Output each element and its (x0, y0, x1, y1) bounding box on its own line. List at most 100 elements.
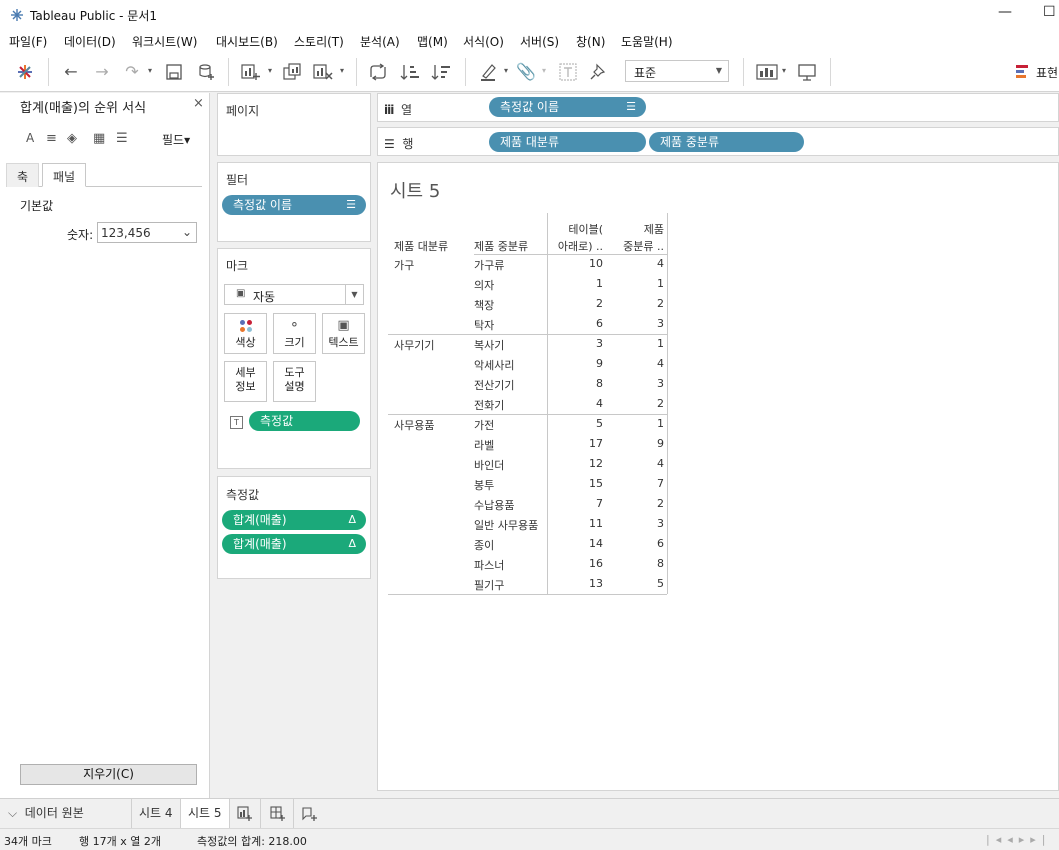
menu-dashboard[interactable]: 대시보드(B) (216, 33, 278, 50)
rank-value-2[interactable]: 3 (607, 317, 664, 330)
save-icon[interactable] (166, 64, 182, 80)
subcategory-label[interactable]: 봉투 (474, 477, 494, 493)
new-dashboard-icon[interactable] (270, 806, 286, 822)
maximize-button[interactable]: ☐ (1043, 4, 1056, 20)
rank-value-1[interactable]: 4 (551, 397, 603, 410)
rank-value-1[interactable]: 15 (551, 477, 603, 490)
rank-value-2[interactable]: 8 (607, 557, 664, 570)
new-worksheet-icon[interactable] (241, 63, 261, 81)
tab-axis[interactable]: 축 (6, 163, 40, 187)
new-story-icon[interactable] (302, 806, 318, 822)
rank-value-2[interactable]: 4 (607, 457, 664, 470)
presentation-icon[interactable] (797, 63, 817, 81)
subcategory-label[interactable]: 가구류 (474, 257, 504, 273)
subcategory-label[interactable]: 파스너 (474, 557, 504, 573)
header-measure2-line2[interactable]: 중분류 .. (607, 238, 664, 254)
rank-value-1[interactable]: 10 (551, 257, 603, 270)
rank-value-1[interactable]: 2 (551, 297, 603, 310)
tab-pane[interactable]: 패널 (42, 163, 87, 187)
subcategory-label[interactable]: 일반 사무용품 (474, 517, 538, 533)
menu-analysis[interactable]: 분석(A) (360, 33, 400, 50)
columns-shelf[interactable]: iii 열 측정값 이름 ☰ (377, 93, 1059, 122)
lines-format-icon[interactable]: ☰ (116, 131, 128, 146)
rank-value-2[interactable]: 3 (607, 377, 664, 390)
mark-size-button[interactable]: ⚬ 크기 (273, 313, 316, 354)
subcategory-label[interactable]: 가전 (474, 417, 494, 433)
menu-help[interactable]: 도움말(H) (621, 33, 673, 50)
menu-story[interactable]: 스토리(T) (294, 33, 344, 50)
highlight-icon[interactable] (478, 63, 498, 81)
rank-value-1[interactable]: 16 (551, 557, 603, 570)
rank-value-2[interactable]: 4 (607, 257, 664, 270)
rank-value-2[interactable]: 7 (607, 477, 664, 490)
subcategory-label[interactable]: 책장 (474, 297, 494, 313)
rank-value-1[interactable]: 17 (551, 437, 603, 450)
rank-value-1[interactable]: 7 (551, 497, 603, 510)
redo-caret-icon[interactable]: ▾ (148, 66, 152, 75)
filter-pill-measure-names[interactable]: 측정값 이름 ☰ (222, 195, 366, 215)
rank-value-2[interactable]: 3 (607, 517, 664, 530)
rank-value-1[interactable]: 5 (551, 417, 603, 430)
new-datasource-icon[interactable] (198, 63, 216, 81)
highlight-caret-icon[interactable]: ▾ (504, 66, 508, 75)
menu-format[interactable]: 서식(O) (463, 33, 504, 50)
header-measure2-line1[interactable]: 제품 (607, 221, 664, 237)
borders-format-icon[interactable]: ▦ (93, 131, 105, 146)
rank-value-1[interactable]: 1 (551, 277, 603, 290)
category-label[interactable]: 사무용품 (394, 417, 434, 433)
menu-window[interactable]: 창(N) (576, 33, 605, 50)
rank-value-2[interactable]: 4 (607, 357, 664, 370)
clear-sheet-icon[interactable] (313, 63, 333, 81)
datasource-tab[interactable]: ⌵ 데이터 원본 (8, 799, 84, 828)
forward-icon[interactable]: → (92, 62, 112, 82)
shading-format-icon[interactable]: ◈ (67, 131, 77, 146)
new-worksheet-icon[interactable] (237, 806, 253, 822)
label-icon[interactable] (559, 63, 577, 81)
mark-color-button[interactable]: 색상 (224, 313, 267, 354)
subcategory-label[interactable]: 바인더 (474, 457, 504, 473)
subcategory-label[interactable]: 필기구 (474, 577, 504, 593)
sort-desc-icon[interactable] (431, 63, 451, 81)
measure-pill-2[interactable]: 합계(매출) Δ (222, 534, 366, 554)
font-format-icon[interactable]: A (26, 131, 34, 145)
category-label[interactable]: 사무기기 (394, 337, 434, 353)
rank-value-1[interactable]: 12 (551, 457, 603, 470)
columns-pill-measure-names[interactable]: 측정값 이름 ☰ (489, 97, 646, 117)
rank-value-2[interactable]: 2 (607, 297, 664, 310)
clear-sheet-caret-icon[interactable]: ▾ (340, 66, 344, 75)
sheet-tab-4[interactable]: 시트 4 (139, 799, 173, 828)
rank-value-1[interactable]: 14 (551, 537, 603, 550)
rows-pill-subcategory[interactable]: 제품 중분류 (649, 132, 804, 152)
rows-pill-category[interactable]: 제품 대분류 (489, 132, 646, 152)
sort-asc-icon[interactable] (400, 63, 420, 81)
minimize-button[interactable]: — (998, 4, 1012, 20)
marks-text-pill[interactable]: 측정값 (249, 411, 360, 431)
group-caret-icon[interactable]: ▾ (542, 66, 546, 75)
rank-value-2[interactable]: 6 (607, 537, 664, 550)
rank-value-2[interactable]: 9 (607, 437, 664, 450)
rows-shelf[interactable]: ☰ 행 제품 대분류 제품 중분류 (377, 127, 1059, 156)
subcategory-label[interactable]: 탁자 (474, 317, 494, 333)
rank-value-1[interactable]: 3 (551, 337, 603, 350)
rank-value-1[interactable]: 13 (551, 577, 603, 590)
measure-pill-1[interactable]: 합계(매출) Δ (222, 510, 366, 530)
menu-map[interactable]: 맵(M) (417, 33, 448, 50)
field-dropdown-button[interactable]: 필드▾ (162, 131, 190, 148)
fit-select[interactable]: 표준 ▼ (625, 60, 729, 82)
subcategory-label[interactable]: 라벨 (474, 437, 494, 453)
new-worksheet-caret-icon[interactable]: ▾ (268, 66, 272, 75)
subcategory-label[interactable]: 수납용품 (474, 497, 514, 513)
number-format-select[interactable]: 123,456 ⌄ (97, 222, 197, 243)
menu-worksheet[interactable]: 워크시트(W) (132, 33, 197, 50)
category-label[interactable]: 가구 (394, 257, 414, 273)
header-measure1-line2[interactable]: 아래로) .. (551, 238, 603, 254)
marks-type-select[interactable]: ▣ 자동 ▼ (224, 284, 364, 305)
pin-icon[interactable] (589, 63, 607, 81)
subcategory-label[interactable]: 전산기기 (474, 377, 514, 393)
group-icon[interactable]: 📎 (516, 62, 536, 82)
subcategory-label[interactable]: 복사기 (474, 337, 504, 353)
swap-icon[interactable] (368, 63, 388, 81)
rank-value-1[interactable]: 8 (551, 377, 603, 390)
rank-value-1[interactable]: 11 (551, 517, 603, 530)
subcategory-label[interactable]: 의자 (474, 277, 494, 293)
